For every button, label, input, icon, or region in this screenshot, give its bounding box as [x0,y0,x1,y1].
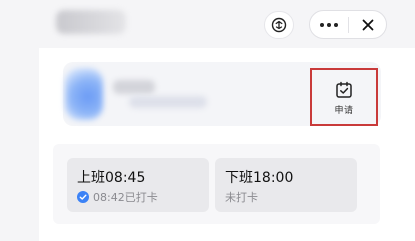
mini-program-button[interactable] [264,11,294,39]
top-bar [0,0,415,48]
department-blurred [129,96,207,108]
calendar-check-icon [336,81,352,98]
mini-program-icon [271,17,287,33]
clock-in-status: 08:42已打卡 [77,189,158,205]
more-button[interactable] [310,11,348,38]
clock-out-status: 未打卡 [225,189,258,205]
apply-label: 申请 [334,106,354,116]
clock-in-status-text: 08:42已打卡 [93,191,158,204]
page-title-blurred [56,10,126,34]
clock-in-title: 上班08:45 [77,170,146,186]
capsule-menu [309,10,387,39]
user-name-blurred [113,80,155,94]
avatar [65,68,103,120]
more-dots-icon [320,22,338,27]
close-button[interactable] [349,11,386,38]
clock-out-title: 下班18:00 [225,170,294,186]
clock-in-card[interactable]: 上班08:45 08:42已打卡 [67,158,209,212]
close-icon [362,19,373,30]
clock-out-status-text: 未打卡 [225,191,258,204]
apply-button[interactable]: 申请 [310,68,378,126]
check-circle-icon [77,191,89,203]
clock-out-card[interactable]: 下班18:00 未打卡 [215,158,357,212]
